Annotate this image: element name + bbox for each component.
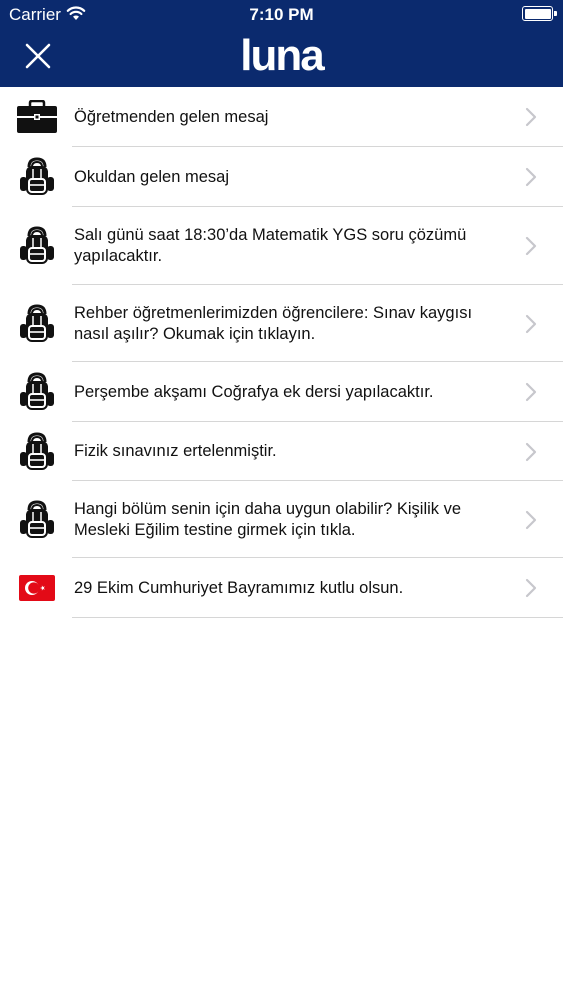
message-row[interactable]: Okuldan gelen mesaj	[0, 147, 563, 207]
message-row[interactable]: Öğretmenden gelen mesaj	[0, 87, 563, 147]
backpack-icon	[16, 431, 58, 473]
message-row[interactable]: 29 Ekim Cumhuriyet Bayramımız kutlu olsu…	[0, 558, 563, 618]
chevron-right-icon	[525, 236, 537, 256]
message-text: Hangi bölüm senin için daha uygun olabil…	[74, 499, 462, 539]
status-bar: Carrier 7:10 PM	[0, 0, 563, 30]
backpack-icon	[16, 156, 58, 198]
message-text: 29 Ekim Cumhuriyet Bayramımız kutlu olsu…	[74, 578, 404, 597]
backpack-icon	[16, 303, 58, 345]
message-text: Rehber öğretmenlerimizden öğrencilere: S…	[74, 303, 473, 343]
app-header: Carrier 7:10 PM luna	[0, 0, 563, 87]
chevron-right-icon	[525, 107, 537, 127]
message-text: Okuldan gelen mesaj	[74, 167, 230, 186]
chevron-right-icon	[525, 510, 537, 529]
message-row[interactable]: Fizik sınavınız ertelenmiştir.	[0, 422, 563, 481]
backpack-icon	[16, 371, 58, 413]
message-row[interactable]: Salı günü saat 18:30’da Matematik YGS so…	[0, 207, 563, 285]
chevron-right-icon	[525, 314, 537, 333]
luna-logo: luna	[240, 31, 324, 80]
message-text: Salı günü saat 18:30’da Matematik YGS so…	[74, 226, 467, 265]
message-list: Öğretmenden gelen mesaj Okuldan gelen me…	[0, 87, 563, 618]
chevron-right-icon	[525, 578, 537, 598]
briefcase-icon	[16, 96, 58, 138]
message-text: Fizik sınavınız ertelenmiştir.	[74, 442, 277, 460]
message-row[interactable]: Rehber öğretmenlerimizden öğrencilere: S…	[0, 285, 563, 362]
backpack-icon	[16, 225, 58, 267]
chevron-right-icon	[525, 167, 537, 187]
message-text: Perşembe akşamı Coğrafya ek dersi yapıla…	[74, 382, 434, 401]
backpack-icon	[16, 499, 58, 541]
message-row[interactable]: Hangi bölüm senin için daha uygun olabil…	[0, 481, 563, 558]
battery-icon	[522, 6, 557, 21]
status-time: 7:10 PM	[249, 5, 314, 24]
chevron-right-icon	[525, 382, 537, 402]
message-row[interactable]: Perşembe akşamı Coğrafya ek dersi yapıla…	[0, 362, 563, 422]
message-text: Öğretmenden gelen mesaj	[74, 107, 269, 126]
turkish-flag-icon	[16, 567, 58, 609]
chevron-right-icon	[525, 442, 537, 461]
